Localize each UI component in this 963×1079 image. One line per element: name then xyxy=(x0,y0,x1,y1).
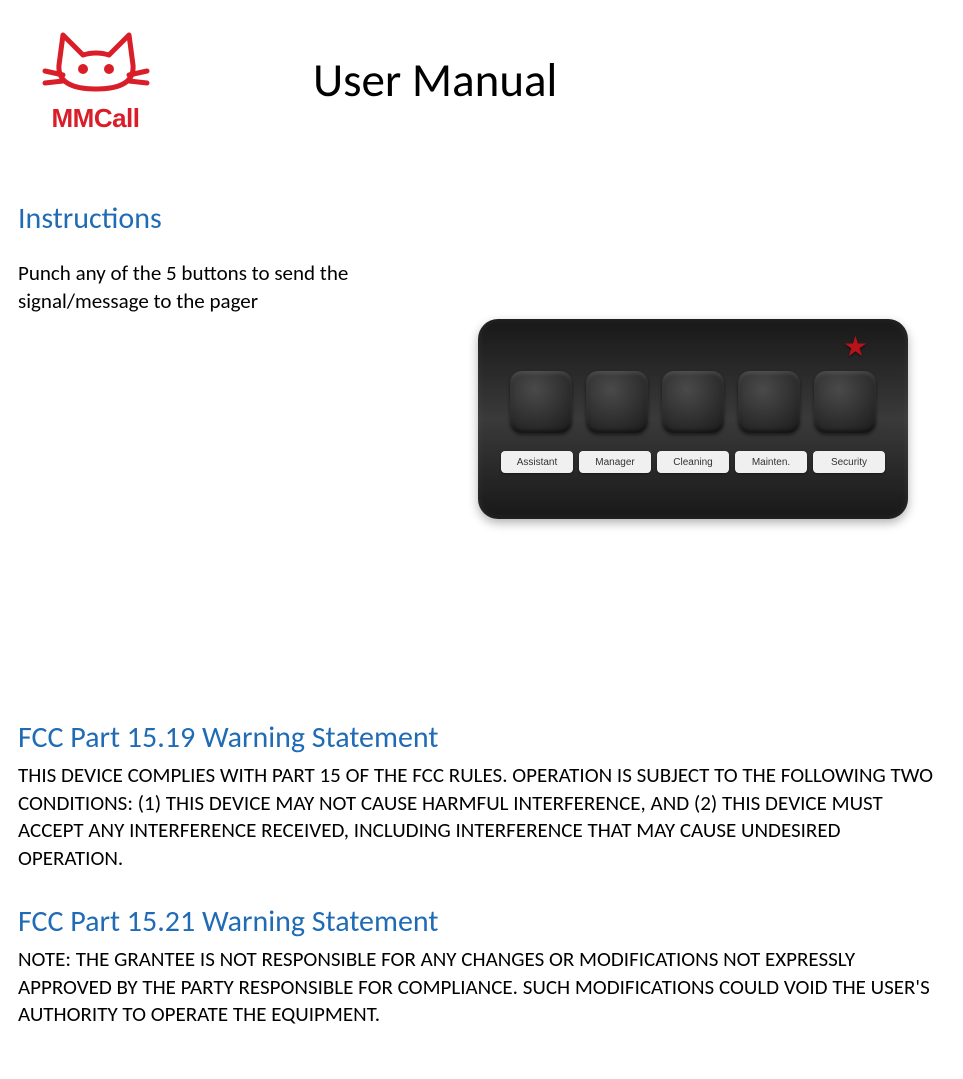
instructions-heading: Instructions xyxy=(18,200,945,237)
instructions-body: Punch any of the 5 buttons to send the s… xyxy=(18,259,398,316)
cat-icon xyxy=(41,27,151,105)
brand-logo: MMCall xyxy=(18,20,173,140)
device-button-2 xyxy=(586,371,648,433)
device-label-5: Security xyxy=(813,451,885,473)
device-label-1: Assistant xyxy=(501,451,573,473)
device-label-row: Assistant Manager Cleaning Mainten. Secu… xyxy=(492,451,894,473)
fcc2-heading: FCC Part 15.21 Warning Statement xyxy=(18,903,945,940)
device-button-4 xyxy=(738,371,800,433)
device-label-3: Cleaning xyxy=(657,451,729,473)
device-image: ★ Assistant Manager Cleaning Mainten. Se… xyxy=(478,319,908,519)
page-title: User Manual xyxy=(313,51,557,109)
brand-name: MMCall xyxy=(52,103,140,134)
device-button-5 xyxy=(814,371,876,433)
fcc2-body: NOTE: THE GRANTEE IS NOT RESPONSIBLE FOR… xyxy=(18,946,945,1029)
fcc1-heading: FCC Part 15.19 Warning Statement xyxy=(18,719,945,756)
device-button-1 xyxy=(510,371,572,433)
device-button-row xyxy=(492,371,894,433)
star-icon: ★ xyxy=(843,333,868,361)
page-header: MMCall User Manual xyxy=(18,20,945,140)
device-button-3 xyxy=(662,371,724,433)
instructions-block: Punch any of the 5 buttons to send the s… xyxy=(18,259,945,519)
device-star-row: ★ xyxy=(492,333,894,361)
device-label-4: Mainten. xyxy=(735,451,807,473)
fcc1-body: THIS DEVICE COMPLIES WITH PART 15 OF THE… xyxy=(18,762,945,873)
device-label-2: Manager xyxy=(579,451,651,473)
